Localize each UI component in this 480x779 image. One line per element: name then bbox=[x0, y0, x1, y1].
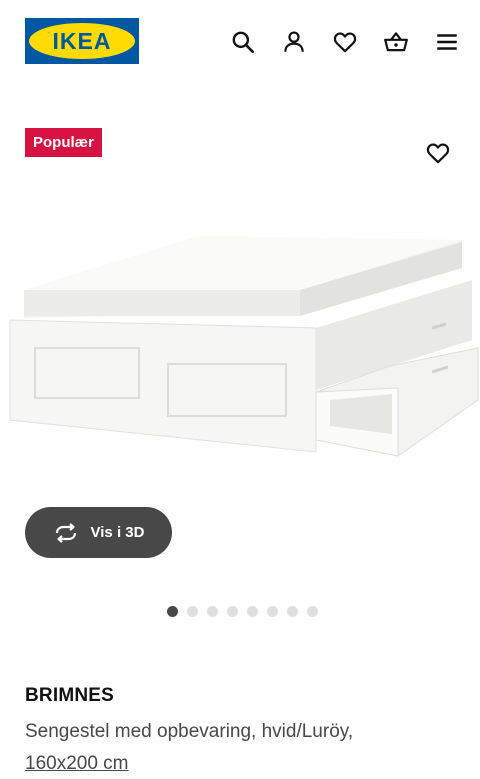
search-button[interactable] bbox=[228, 27, 258, 57]
ikea-logo[interactable]: IKEA bbox=[25, 18, 139, 64]
header: IKEA bbox=[0, 0, 480, 82]
product-description: Sengestel med opbevaring, hvid/Luröy, 16… bbox=[25, 716, 465, 779]
carousel-dot-7[interactable] bbox=[287, 606, 298, 617]
rotate-3d-icon bbox=[55, 522, 76, 543]
menu-icon bbox=[437, 34, 457, 50]
header-actions bbox=[228, 27, 462, 57]
image-carousel-dots bbox=[167, 606, 318, 617]
view-in-3d-label: Vis i 3D bbox=[90, 524, 145, 541]
product-description-text: Sengestel med opbevaring, hvid/Luröy, bbox=[25, 721, 354, 742]
carousel-dot-4[interactable] bbox=[227, 606, 238, 617]
carousel-dot-1[interactable] bbox=[167, 606, 178, 617]
heart-icon bbox=[333, 32, 357, 53]
product-name: BRIMNES bbox=[25, 685, 115, 706]
carousel-dot-2[interactable] bbox=[187, 606, 198, 617]
carousel-dot-3[interactable] bbox=[207, 606, 218, 617]
favourites-button[interactable] bbox=[330, 27, 360, 57]
search-icon bbox=[232, 31, 255, 54]
account-button[interactable] bbox=[279, 27, 309, 57]
carousel-dot-5[interactable] bbox=[247, 606, 258, 617]
popular-badge: Populær bbox=[25, 128, 102, 157]
product-page: IKEA Populær Vis i 3D BRIMNES Sengestel … bbox=[0, 0, 480, 779]
view-in-3d-button[interactable]: Vis i 3D bbox=[25, 507, 172, 558]
add-to-favourites-button[interactable] bbox=[423, 138, 453, 168]
basket-icon bbox=[384, 32, 408, 52]
product-image[interactable] bbox=[0, 220, 480, 470]
carousel-dot-8[interactable] bbox=[307, 606, 318, 617]
carousel-dot-6[interactable] bbox=[267, 606, 278, 617]
product-size-link[interactable]: 160x200 cm bbox=[25, 753, 129, 774]
user-icon bbox=[284, 31, 304, 52]
logo-text: IKEA bbox=[53, 28, 112, 54]
menu-button[interactable] bbox=[432, 27, 462, 57]
heart-icon bbox=[426, 143, 450, 164]
basket-button[interactable] bbox=[381, 27, 411, 57]
